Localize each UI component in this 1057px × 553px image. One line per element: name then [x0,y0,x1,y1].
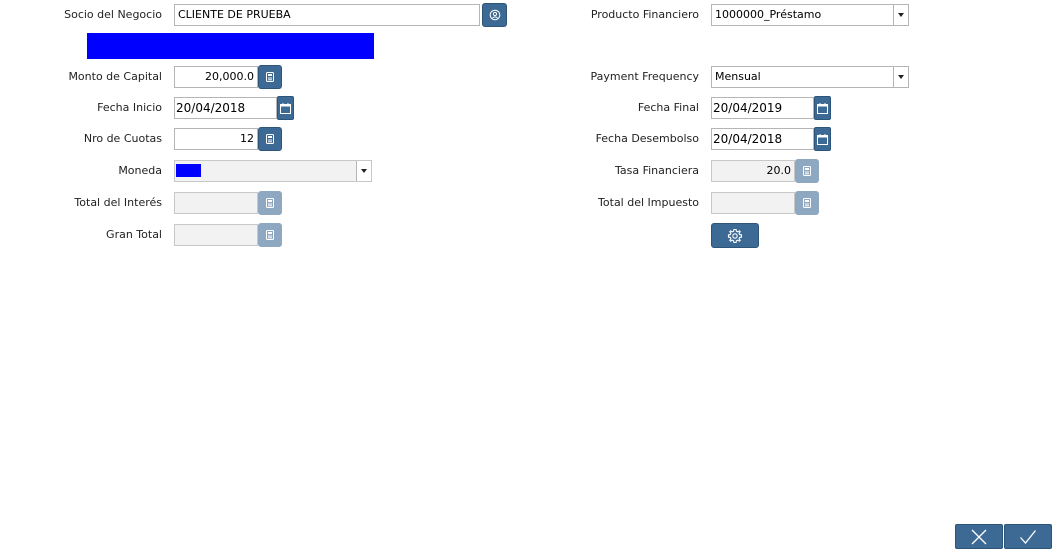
total-impuesto-input [711,192,795,214]
moneda-label: Moneda [118,164,162,177]
monto-input[interactable]: 20,000.0 [174,66,258,88]
calculator-icon [803,198,811,208]
highlight-bar [87,33,374,59]
fecha-inicio-label: Fecha Inicio [97,101,162,114]
close-icon [971,529,987,545]
gran-total-label: Gran Total [106,228,162,241]
payment-frequency-value: Mensual [715,70,761,83]
cancel-button[interactable] [955,524,1003,549]
payment-frequency-label: Payment Frequency [590,70,699,83]
calculator-icon [803,166,811,176]
tasa-calculator-button [795,159,819,183]
calendar-icon [280,102,291,114]
total-interes-label: Total del Interés [74,196,162,209]
nro-cuotas-input[interactable]: 12 [174,128,258,150]
nro-cuotas-calculator-button[interactable] [258,127,282,151]
gran-total-input [174,224,258,246]
calculator-icon [266,230,274,240]
gear-icon [727,228,743,244]
socio-input[interactable]: CLIENTE DE PRUEBA [174,4,480,26]
payment-frequency-select[interactable]: Mensual [711,66,909,88]
total-impuesto-label: Total del Impuesto [598,196,699,209]
fecha-desembolso-label: Fecha Desembolso [595,132,699,145]
fecha-desembolso-calendar-button[interactable] [814,127,831,151]
check-icon [1019,529,1037,545]
chevron-down-icon[interactable] [893,67,908,87]
total-impuesto-calculator-button [795,191,819,215]
ok-button[interactable] [1004,524,1052,549]
fecha-desembolso-input[interactable]: 20/04/2018 [711,128,814,150]
monto-label: Monto de Capital [68,70,162,83]
user-search-icon [489,9,501,21]
fecha-final-input[interactable]: 20/04/2019 [711,97,814,119]
fecha-inicio-input[interactable]: 20/04/2018 [174,97,277,119]
socio-search-button[interactable] [482,3,507,27]
tasa-label: Tasa Financiera [614,164,699,177]
fecha-final-calendar-button[interactable] [814,96,831,120]
fecha-final-label: Fecha Final [637,101,699,114]
tasa-input: 20.0 [711,160,795,182]
calendar-icon [817,133,828,145]
producto-value: 1000000_Préstamo [715,8,822,21]
calculator-icon [266,72,274,82]
total-interes-calculator-button [258,191,282,215]
calendar-icon [817,102,828,114]
moneda-select[interactable] [174,160,372,182]
fecha-inicio-calendar-button[interactable] [277,96,294,120]
chevron-down-icon[interactable] [893,5,908,25]
calculator-icon [266,198,274,208]
nro-cuotas-label: Nro de Cuotas [83,132,162,145]
calculator-icon [266,134,274,144]
gran-total-calculator-button [258,223,282,247]
settings-button[interactable] [711,223,759,248]
producto-select[interactable]: 1000000_Préstamo [711,4,909,26]
chevron-down-icon[interactable] [356,161,371,181]
monto-calculator-button[interactable] [258,65,282,89]
total-interes-input [174,192,258,214]
moneda-color-swatch [176,164,201,177]
producto-label: Producto Financiero [590,8,699,21]
socio-label: Socio del Negocio [64,8,162,21]
